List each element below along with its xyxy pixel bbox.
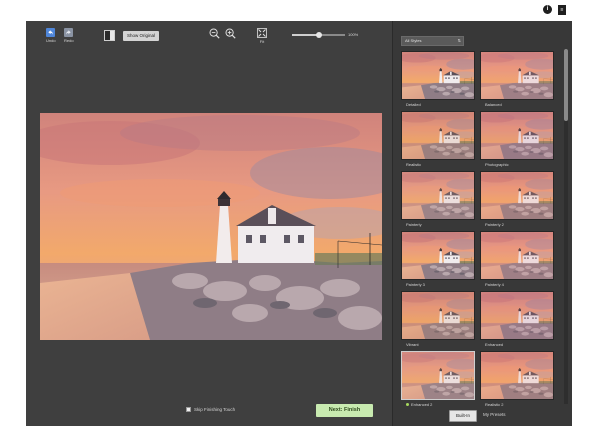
- style-tile[interactable]: Enhanced: [480, 291, 554, 347]
- preset-tabs: Built-In My Presets: [449, 410, 512, 422]
- updown-chevron-icon: ⇅: [457, 38, 461, 43]
- style-tile-label-row: Realistic 2: [480, 402, 554, 407]
- style-tile[interactable]: Vibrant: [401, 291, 475, 347]
- redo-icon: [64, 28, 74, 37]
- style-tile[interactable]: Painterly 2: [480, 171, 554, 227]
- fit-icon: [257, 28, 267, 38]
- style-tile[interactable]: Painterly 4: [480, 231, 554, 287]
- style-tile-label-row: Painterly 3: [401, 282, 475, 287]
- style-thumbnail: [401, 171, 475, 220]
- style-tile[interactable]: Painterly 3: [401, 231, 475, 287]
- preview-photo: [40, 113, 382, 340]
- style-tile-label-row: Painterly 4: [480, 282, 554, 287]
- style-thumbnail: [401, 111, 475, 160]
- style-thumbnail: [401, 291, 475, 340]
- styles-scrollbar[interactable]: [564, 49, 568, 404]
- fit-button[interactable]: Fit: [257, 28, 267, 44]
- undo-icon: [46, 28, 56, 37]
- style-tile-label: Painterly 2: [485, 222, 504, 227]
- style-tile-label-row: Detailed: [401, 102, 475, 107]
- compare-split-icon[interactable]: [104, 30, 115, 41]
- style-tile-label: Enhanced: [485, 342, 504, 347]
- tab-built-in[interactable]: Built-In: [449, 410, 478, 422]
- style-tile[interactable]: Photographic: [480, 111, 554, 167]
- style-tile-label-row: Photographic: [480, 162, 554, 167]
- style-tile-label: Painterly: [406, 222, 422, 227]
- style-thumbnail: [480, 291, 554, 340]
- show-original-button[interactable]: Show Original: [123, 31, 160, 41]
- styles-filter-select[interactable]: All Styles ⇅: [401, 36, 464, 46]
- style-tile[interactable]: Painterly: [401, 171, 475, 227]
- style-tile-label-row: Balanced: [480, 102, 554, 107]
- style-thumbnail: [401, 351, 475, 400]
- style-tile[interactable]: Detailed: [401, 51, 475, 107]
- undo-label: Undo: [46, 38, 56, 43]
- style-tile-label: Realistic: [406, 162, 422, 167]
- style-tile-label-row: Realistic: [401, 162, 475, 167]
- style-tile[interactable]: Balanced: [480, 51, 554, 107]
- style-tile-label-row: Vibrant: [401, 342, 475, 347]
- undo-button[interactable]: Undo: [46, 28, 56, 43]
- style-tile-label-row: Painterly: [401, 222, 475, 227]
- style-tile-label: Painterly 3: [406, 282, 425, 287]
- style-thumbnail: [401, 231, 475, 280]
- fit-label: Fit: [259, 39, 265, 44]
- style-tile-label: Vibrant: [406, 342, 419, 347]
- style-tile-label-row: Enhanced 2: [401, 402, 475, 407]
- style-thumbnail: [480, 351, 554, 400]
- zoom-slider[interactable]: [292, 32, 345, 38]
- editor-area: Undo Redo Show Original Fit 100% Skip Fi…: [26, 21, 392, 426]
- zoom-in-icon[interactable]: [225, 28, 236, 39]
- redo-label: Redo: [64, 38, 74, 43]
- style-tile-label-row: Enhanced: [480, 342, 554, 347]
- style-thumbnail: [480, 111, 554, 160]
- redo-button[interactable]: Redo: [64, 28, 74, 43]
- zoom-slider-knob[interactable]: [315, 32, 322, 38]
- style-thumbnail: [480, 51, 554, 100]
- styles-panel: i ≡ All Styles ⇅ Detailed Balanced Realist…: [392, 5, 572, 426]
- app-window: Undo Redo Show Original Fit 100% Skip Fi…: [26, 5, 572, 426]
- zoom-slider-fill: [292, 34, 319, 36]
- styles-filter-value: All Styles: [405, 38, 422, 43]
- style-tile[interactable]: Enhanced 2: [401, 351, 475, 407]
- styles-scrollbar-thumb[interactable]: [564, 49, 568, 121]
- style-thumbnail: [480, 231, 554, 280]
- style-tile[interactable]: Realistic: [401, 111, 475, 167]
- style-thumbnail: [401, 51, 475, 100]
- style-thumbnail: [480, 171, 554, 220]
- zoom-out-icon[interactable]: [209, 28, 220, 39]
- style-tile-label: Balanced: [485, 102, 502, 107]
- style-tile-label: Painterly 4: [485, 282, 504, 287]
- tab-my-presets[interactable]: My Presets: [477, 410, 512, 420]
- skip-finishing-checkbox[interactable]: [186, 407, 191, 412]
- skip-finishing-label: Skip Finishing Touch: [194, 407, 236, 412]
- next-finish-button[interactable]: Next: Finish: [316, 404, 373, 417]
- zoom-value: 100%: [348, 32, 359, 37]
- panel-top-icons: i ≡: [543, 5, 566, 15]
- style-tile-label: Detailed: [406, 102, 421, 107]
- style-tile-label: Enhanced 2: [411, 402, 433, 407]
- style-tile[interactable]: Realistic 2: [480, 351, 554, 407]
- style-tile-label: Realistic 2: [485, 402, 504, 407]
- document-icon[interactable]: ≡: [558, 5, 566, 15]
- style-tile-label: Photographic: [485, 162, 509, 167]
- selected-indicator-icon: [406, 403, 409, 406]
- style-tile-label-row: Painterly 2: [480, 222, 554, 227]
- skip-finishing-touch[interactable]: Skip Finishing Touch: [186, 407, 235, 412]
- info-icon[interactable]: i: [543, 5, 552, 14]
